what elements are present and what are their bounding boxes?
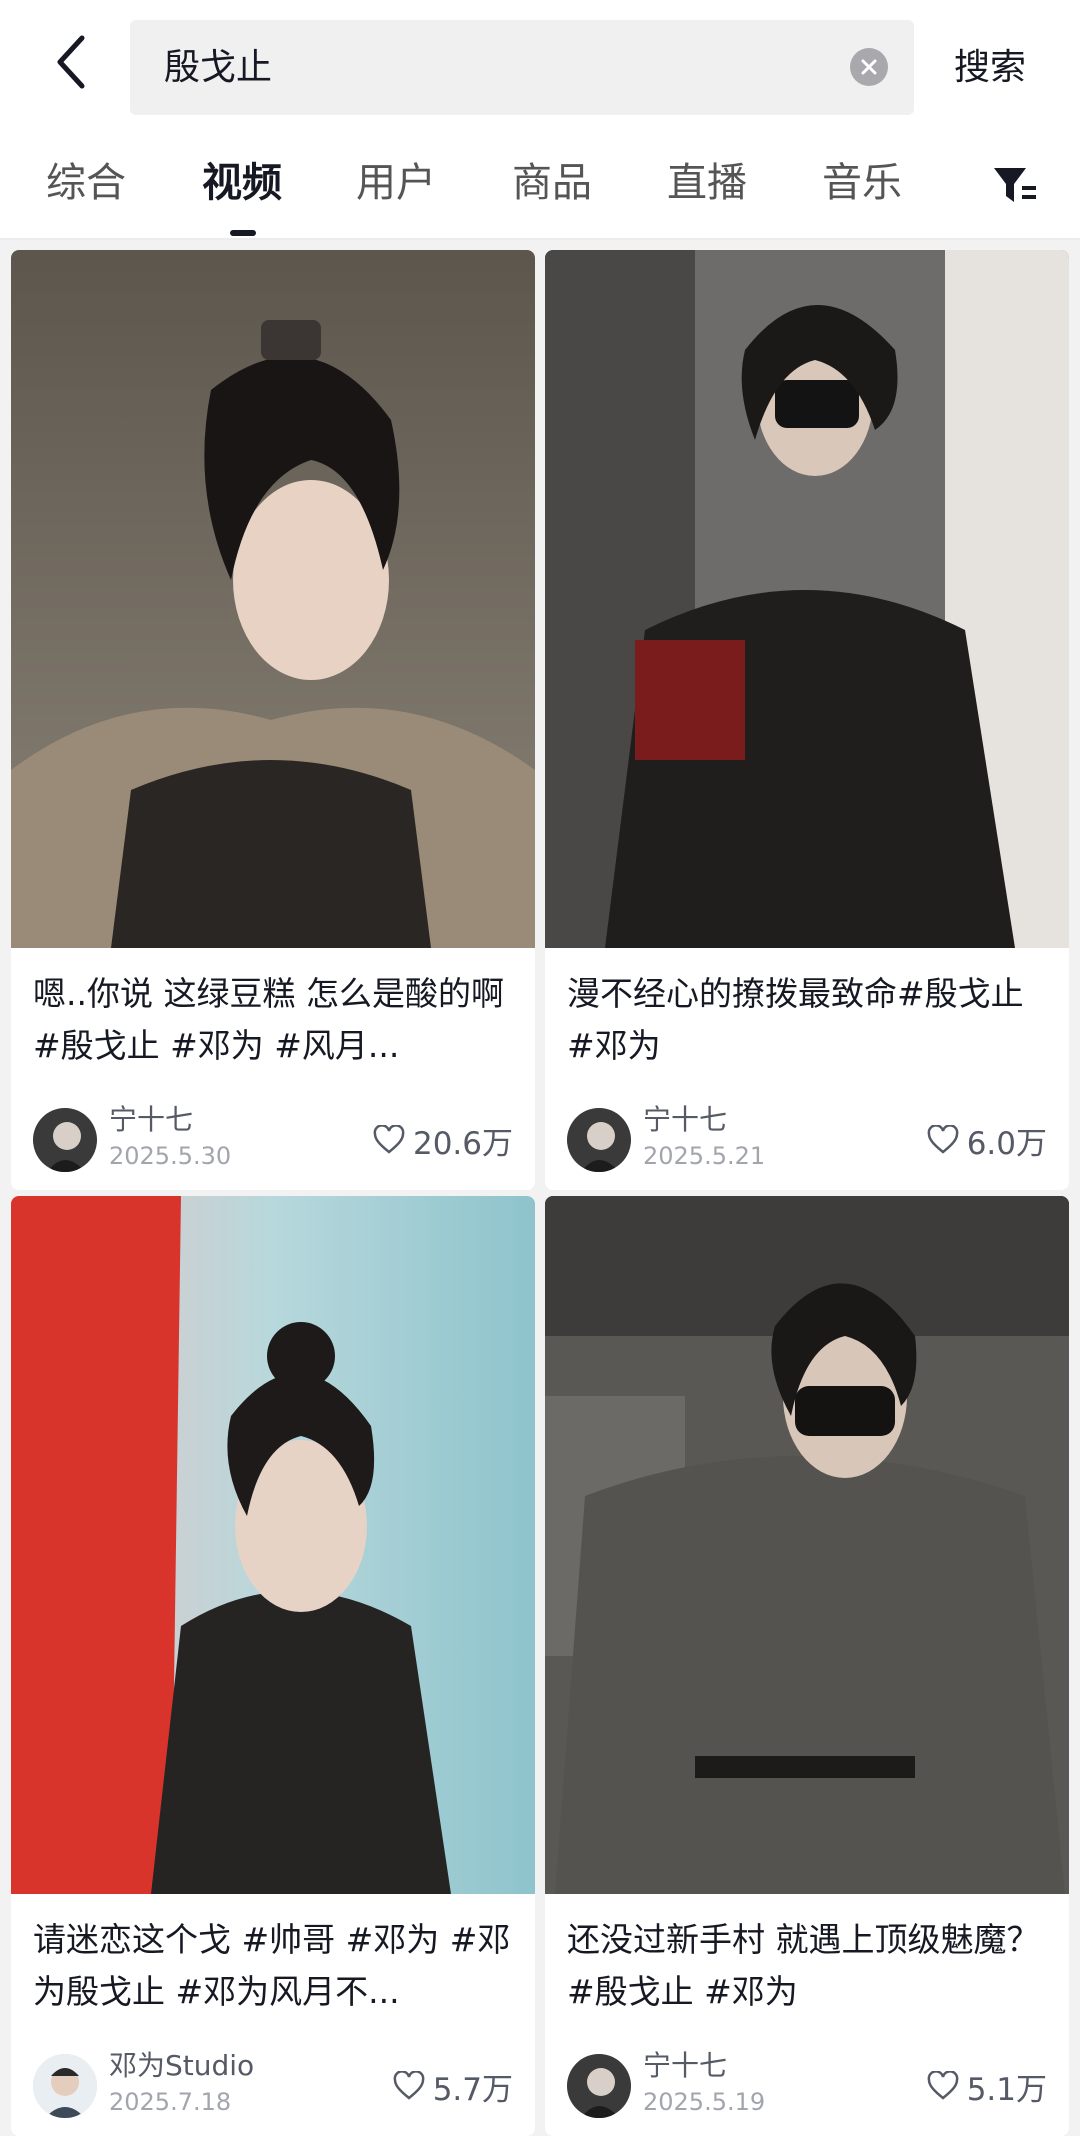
back-button[interactable] bbox=[40, 30, 104, 94]
tab-music[interactable]: 音乐 bbox=[822, 148, 902, 218]
header-divider bbox=[0, 238, 1080, 240]
heart-icon bbox=[927, 1125, 959, 1154]
active-tab-indicator bbox=[230, 230, 256, 236]
video-thumbnail[interactable] bbox=[545, 250, 1069, 948]
video-title: 嗯..你说 这绿豆糕 怎么是酸的啊 #殷戈止 #邓为 #风月... bbox=[33, 974, 504, 1065]
avatar[interactable] bbox=[567, 2054, 631, 2118]
like-count[interactable]: 5.7万 bbox=[393, 2064, 513, 2108]
heart-icon bbox=[373, 1125, 405, 1154]
post-date: 2025.5.21 bbox=[643, 1142, 766, 1170]
video-title: 漫不经心的撩拨最致命#殷戈止 #邓为 bbox=[567, 974, 1024, 1065]
heart-icon bbox=[927, 2071, 959, 2100]
back-arrow-icon bbox=[57, 35, 85, 89]
tab-users[interactable]: 用户 bbox=[356, 148, 436, 218]
video-card[interactable]: 请迷恋这个戈 #帅哥 #邓为 #邓为殷戈止 #邓为风月不... 邓为Studio… bbox=[11, 1196, 535, 2136]
video-title: 还没过新手村 就遇上顶级魅魔？#殷戈止 #邓为 bbox=[567, 1920, 1040, 2011]
filter-icon bbox=[994, 168, 1036, 202]
like-count-value: 5.7万 bbox=[432, 2071, 513, 2108]
search-input[interactable]: 殷戈止 bbox=[130, 20, 914, 115]
video-card[interactable]: 嗯..你说 这绿豆糕 怎么是酸的啊 #殷戈止 #邓为 #风月... 宁十七 20… bbox=[11, 250, 535, 1190]
post-date: 2025.5.19 bbox=[643, 2088, 766, 2116]
avatar[interactable] bbox=[567, 1108, 631, 1172]
video-card[interactable]: 还没过新手村 就遇上顶级魅魔？#殷戈止 #邓为 宁十七 2025.5.19 5.… bbox=[545, 1196, 1069, 2136]
clear-icon bbox=[861, 59, 877, 75]
avatar[interactable] bbox=[33, 2054, 97, 2118]
author-name[interactable]: 邓为Studio bbox=[109, 2048, 254, 2084]
video-card[interactable]: 漫不经心的撩拨最致命#殷戈止 #邓为 宁十七 2025.5.21 6.0万 bbox=[545, 250, 1069, 1190]
like-count-value: 6.0万 bbox=[966, 1125, 1047, 1162]
post-date: 2025.5.30 bbox=[109, 1142, 232, 1170]
author-name[interactable]: 宁十七 bbox=[109, 1102, 193, 1138]
post-date: 2025.7.18 bbox=[109, 2088, 232, 2116]
heart-icon bbox=[393, 2071, 425, 2100]
search-query: 殷戈止 bbox=[164, 47, 273, 88]
like-count[interactable]: 20.6万 bbox=[373, 1118, 513, 1162]
tab-all[interactable]: 综合 bbox=[46, 148, 126, 218]
video-title: 请迷恋这个戈 #帅哥 #邓为 #邓为殷戈止 #邓为风月不... bbox=[33, 1920, 511, 2011]
avatar[interactable] bbox=[33, 1108, 97, 1172]
tab-bar: 综合 视频 用户 商品 直播 音乐 bbox=[0, 148, 1080, 236]
author-name[interactable]: 宁十七 bbox=[643, 1102, 727, 1138]
video-thumbnail[interactable] bbox=[11, 1196, 535, 1894]
header: 殷戈止 搜索 综合 视频 用户 商品 直播 音乐 bbox=[0, 0, 1080, 240]
tab-live[interactable]: 直播 bbox=[667, 148, 747, 218]
tab-products[interactable]: 商品 bbox=[512, 148, 592, 218]
like-count[interactable]: 6.0万 bbox=[927, 1118, 1047, 1162]
author-name[interactable]: 宁十七 bbox=[643, 2048, 727, 2084]
tab-video[interactable]: 视频 bbox=[202, 148, 282, 218]
video-thumbnail[interactable] bbox=[11, 250, 535, 948]
search-button[interactable]: 搜索 bbox=[954, 30, 1026, 105]
filter-button[interactable] bbox=[990, 160, 1040, 210]
video-thumbnail[interactable] bbox=[545, 1196, 1069, 1894]
like-count-value: 5.1万 bbox=[966, 2071, 1047, 2108]
like-count[interactable]: 5.1万 bbox=[927, 2064, 1047, 2108]
clear-search-button[interactable] bbox=[850, 48, 888, 86]
like-count-value: 20.6万 bbox=[412, 1125, 513, 1162]
